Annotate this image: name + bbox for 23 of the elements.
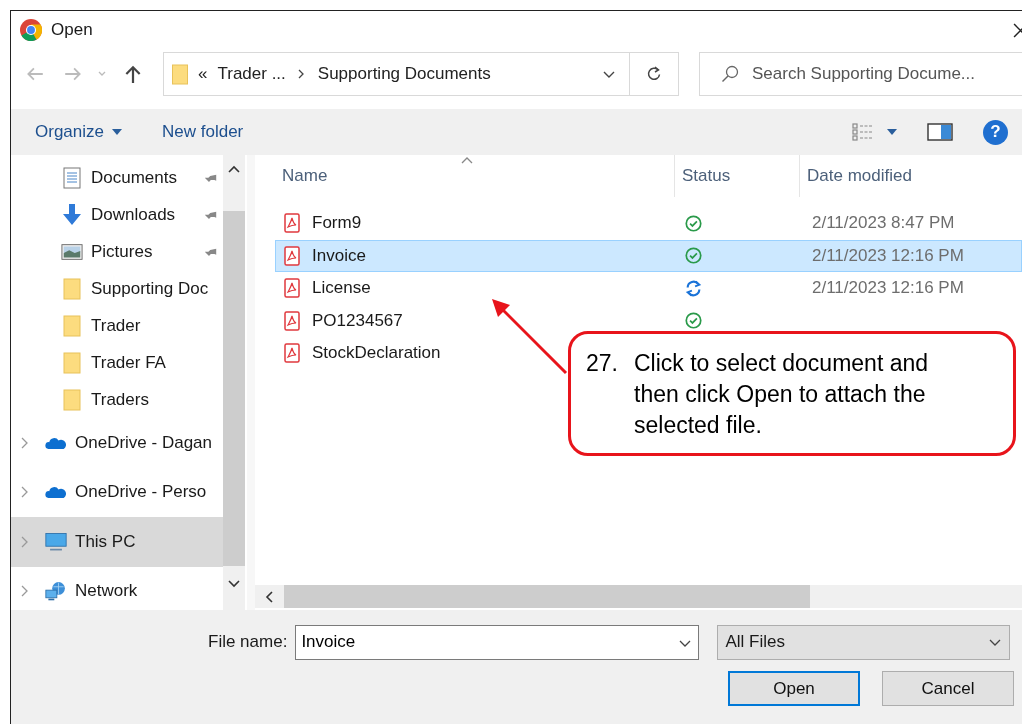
- sidebar-label: This PC: [75, 531, 136, 552]
- file-name-label: File name:: [208, 632, 288, 652]
- file-name: License: [312, 278, 371, 299]
- sidebar-label: Pictures: [91, 241, 153, 262]
- callout-text: Click to select document and then click Open to attach the selected file.: [634, 349, 930, 440]
- date-modified: 2/11/2023 12:16 PM: [811, 245, 964, 266]
- window-title: Open: [51, 20, 93, 40]
- step-number: 27.: [586, 349, 619, 378]
- sidebar-label: Trader: [91, 315, 141, 336]
- sidebar-label: OneDrive - Dagan: [75, 432, 212, 453]
- sidebar-label: OneDrive - Perso: [75, 482, 207, 503]
- sidebar-label: Documents: [91, 167, 177, 188]
- file-name: StockDeclaration: [312, 343, 441, 364]
- sidebar-label: Traders: [91, 389, 149, 410]
- sidebar-label: Downloads: [91, 204, 176, 225]
- sidebar-label: Network: [75, 581, 138, 602]
- file-name: PO1234567: [312, 310, 403, 331]
- sidebar-label: Trader FA: [91, 352, 166, 373]
- file-name: Form9: [312, 213, 362, 234]
- date-modified: 2/11/2023 12:16 PM: [811, 278, 964, 299]
- file-name: Invoice: [312, 245, 366, 266]
- sidebar-label: Supporting Doc: [91, 278, 209, 299]
- date-modified: 2/11/2023 8:47 PM: [811, 213, 955, 234]
